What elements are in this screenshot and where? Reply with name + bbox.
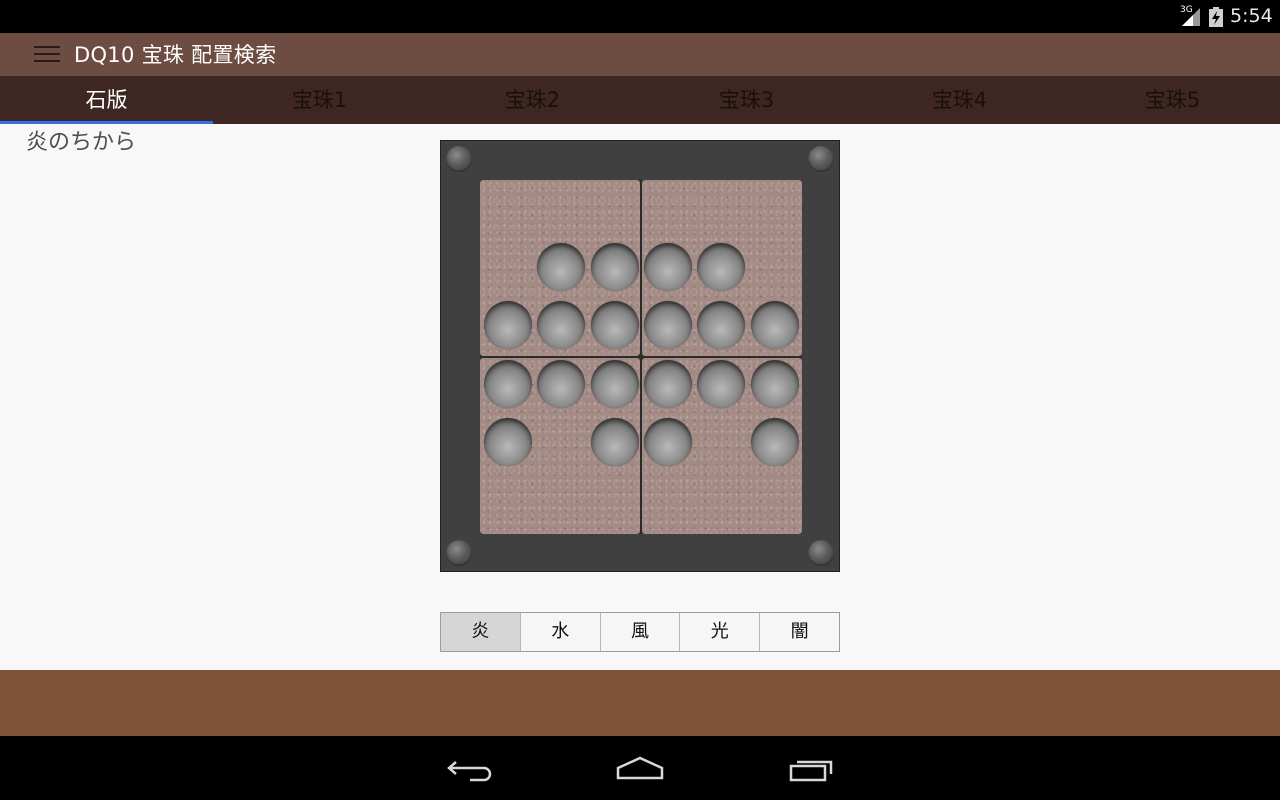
tablet-center-dot — [638, 354, 643, 359]
tab-jewel-3[interactable]: 宝珠3 — [640, 76, 853, 124]
status-bar: 3G 5:54 — [0, 0, 1280, 33]
jewel-slot — [697, 359, 746, 408]
clock: 5:54 — [1230, 5, 1273, 27]
element-subtitle: 炎のちから — [26, 130, 137, 155]
stone-tablet-board — [440, 140, 840, 572]
rivet-bottom-right — [808, 540, 834, 566]
jewel-slot — [590, 242, 639, 291]
element-light-button[interactable]: 光 — [680, 613, 761, 651]
jewel-slot — [484, 359, 532, 408]
tab-jewel-1[interactable]: 宝珠1 — [213, 76, 426, 124]
hamburger-icon[interactable] — [34, 44, 60, 64]
element-selector: 炎 水 風 光 闇 — [440, 612, 840, 652]
home-icon[interactable] — [610, 754, 670, 784]
content-area: 炎のちから 炎 水 風 光 闇 — [0, 124, 1280, 670]
jewel-slot — [484, 418, 532, 466]
jewel-slot — [750, 359, 799, 408]
tab-label: 石版 — [85, 88, 128, 112]
tab-bar: 石版 宝珠1 宝珠2 宝珠3 宝珠4 宝珠5 — [0, 76, 1280, 124]
jewel-slot — [590, 301, 639, 349]
back-icon[interactable] — [440, 754, 500, 784]
rivet-top-left — [446, 146, 472, 172]
tab-jewel-5[interactable]: 宝珠5 — [1066, 76, 1279, 124]
signal-icon — [1182, 8, 1200, 26]
jewel-slot — [537, 359, 586, 408]
app-title: DQ10 宝珠 配置検索 — [74, 43, 277, 67]
navigation-bar — [0, 736, 1280, 800]
battery-icon — [1209, 7, 1223, 27]
tab-label: 宝珠5 — [1144, 88, 1201, 112]
jewel-slot — [484, 301, 532, 349]
jewel-slot — [643, 301, 692, 349]
jewel-slot — [750, 301, 799, 349]
jewel-slot — [537, 242, 586, 291]
tab-jewel-4[interactable]: 宝珠4 — [853, 76, 1066, 124]
element-fire-button[interactable]: 炎 — [441, 613, 521, 651]
tablet-slab — [480, 180, 802, 534]
jewel-slot — [643, 359, 692, 408]
tab-jewel-2[interactable]: 宝珠2 — [426, 76, 639, 124]
element-water-button[interactable]: 水 — [521, 613, 601, 651]
jewel-slot — [697, 301, 746, 349]
element-wind-button[interactable]: 風 — [601, 613, 681, 651]
jewel-slot — [643, 242, 692, 291]
tab-label: 宝珠2 — [504, 88, 561, 112]
rivet-bottom-left — [446, 540, 472, 566]
tab-label: 宝珠4 — [931, 88, 988, 112]
tab-label: 宝珠1 — [291, 88, 348, 112]
action-bar: DQ10 宝珠 配置検索 — [0, 33, 1280, 76]
jewel-slot — [590, 359, 639, 408]
jewel-slot — [697, 242, 746, 291]
jewel-slot — [590, 418, 639, 466]
element-dark-button[interactable]: 闇 — [760, 613, 839, 651]
tab-label: 宝珠3 — [718, 88, 775, 112]
recents-icon[interactable] — [782, 754, 842, 784]
tab-stone-tablet[interactable]: 石版 — [0, 76, 213, 124]
rivet-top-right — [808, 146, 834, 172]
bottom-panel — [0, 670, 1280, 736]
jewel-slot — [750, 418, 799, 466]
jewel-slot — [643, 418, 692, 466]
jewel-slot — [537, 301, 586, 349]
